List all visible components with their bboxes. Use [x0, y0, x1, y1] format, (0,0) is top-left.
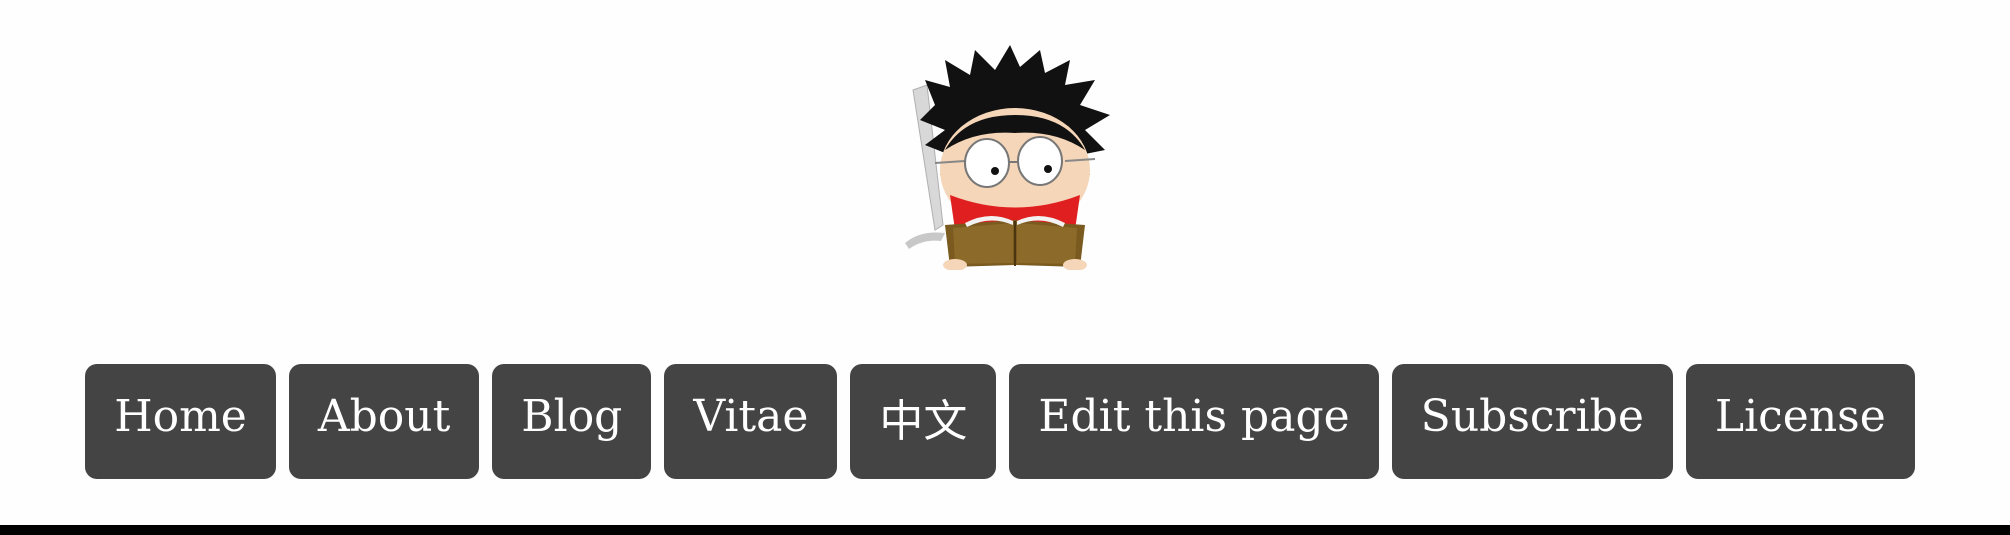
nav-vitae-button[interactable]: Vitae [664, 364, 838, 479]
avatar [905, 45, 1135, 271]
page: Home About Blog Vitae 中文 Edit this page … [0, 0, 2010, 535]
nav-chinese-button[interactable]: 中文 [850, 364, 997, 479]
nav-about-button[interactable]: About [288, 364, 480, 479]
nav-license-button[interactable]: License [1685, 364, 1915, 479]
nav-subscribe-button[interactable]: Subscribe [1391, 364, 1673, 479]
footer-divider [0, 525, 2010, 535]
cartoon-reader-avatar-icon [905, 45, 1110, 271]
nav-blog-button[interactable]: Blog [492, 364, 652, 479]
nav-edit-page-button[interactable]: Edit this page [1009, 364, 1379, 479]
nav-home-button[interactable]: Home [85, 364, 276, 479]
main-nav: Home About Blog Vitae 中文 Edit this page … [0, 364, 2005, 479]
